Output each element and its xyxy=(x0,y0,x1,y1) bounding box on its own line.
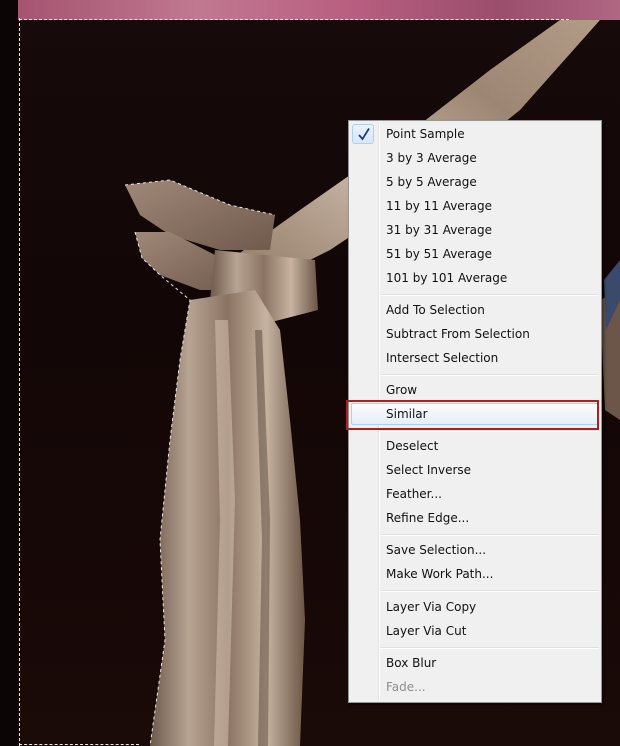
selection-marquee-top xyxy=(19,19,569,20)
menu-item-101-by-101-average[interactable]: 101 by 101 Average xyxy=(351,267,599,289)
menu-item-label: 11 by 11 Average xyxy=(386,199,492,213)
menu-item-select-inverse[interactable]: Select Inverse xyxy=(351,459,599,481)
menu-item-label: Subtract From Selection xyxy=(386,327,530,341)
menu-separator xyxy=(380,294,599,296)
menu-item-label: 3 by 3 Average xyxy=(386,151,477,165)
menu-item-label: Select Inverse xyxy=(386,463,472,477)
menu-item-3-by-3-average[interactable]: 3 by 3 Average xyxy=(351,147,599,169)
menu-item-similar[interactable]: Similar xyxy=(351,403,599,425)
menu-item-grow[interactable]: Grow xyxy=(351,379,599,401)
checkmark-box xyxy=(352,124,374,144)
menu-item-51-by-51-average[interactable]: 51 by 51 Average xyxy=(351,243,599,265)
menu-item-layer-via-copy[interactable]: Layer Via Copy xyxy=(351,596,599,618)
menu-item-5-by-5-average[interactable]: 5 by 5 Average xyxy=(351,171,599,193)
menu-item-label: Layer Via Copy xyxy=(386,600,477,614)
menu-separator xyxy=(380,647,599,649)
menu-item-11-by-11-average[interactable]: 11 by 11 Average xyxy=(351,195,599,217)
menu-item-label: Feather... xyxy=(386,487,442,501)
selection-marquee-left xyxy=(19,18,20,746)
menu-item-subtract-from-selection[interactable]: Subtract From Selection xyxy=(351,323,599,345)
menu-item-label: Add To Selection xyxy=(386,303,485,317)
menu-item-feather[interactable]: Feather... xyxy=(351,483,599,505)
menu-item-label: 31 by 31 Average xyxy=(386,223,492,237)
selection-context-menu: Point Sample 3 by 3 Average 5 by 5 Avera… xyxy=(348,120,602,703)
menu-item-intersect-selection[interactable]: Intersect Selection xyxy=(351,347,599,369)
menu-item-refine-edge[interactable]: Refine Edge... xyxy=(351,507,599,529)
menu-item-label: Fade... xyxy=(386,680,426,694)
menu-item-add-to-selection[interactable]: Add To Selection xyxy=(351,299,599,321)
menu-item-make-work-path[interactable]: Make Work Path... xyxy=(351,563,599,585)
menu-item-layer-via-cut[interactable]: Layer Via Cut xyxy=(351,620,599,642)
menu-item-box-blur[interactable]: Box Blur xyxy=(351,652,599,674)
menu-item-label: Point Sample xyxy=(386,127,465,141)
menu-item-label: 5 by 5 Average xyxy=(386,175,477,189)
menu-item-fade: Fade... xyxy=(351,676,599,698)
menu-item-label: Refine Edge... xyxy=(386,511,470,525)
menu-item-label: Similar xyxy=(386,407,428,421)
check-icon xyxy=(358,128,370,141)
menu-item-deselect[interactable]: Deselect xyxy=(351,435,599,457)
menu-item-save-selection[interactable]: Save Selection... xyxy=(351,539,599,561)
menu-separator xyxy=(380,590,599,592)
menu-item-label: Deselect xyxy=(386,439,439,453)
menu-item-label: 101 by 101 Average xyxy=(386,271,508,285)
menu-item-label: Intersect Selection xyxy=(386,351,499,365)
menu-item-label: 51 by 51 Average xyxy=(386,247,492,261)
selection-marquee-bottom xyxy=(19,744,139,745)
menu-item-label: Grow xyxy=(386,383,418,397)
menu-item-31-by-31-average[interactable]: 31 by 31 Average xyxy=(351,219,599,241)
menu-item-label: Save Selection... xyxy=(386,543,487,557)
canvas-area[interactable]: Point Sample 3 by 3 Average 5 by 5 Avera… xyxy=(0,0,620,746)
menu-item-point-sample[interactable]: Point Sample xyxy=(351,123,599,145)
menu-item-label: Make Work Path... xyxy=(386,567,494,581)
menu-separator xyxy=(380,534,599,536)
menu-item-label: Box Blur xyxy=(386,656,437,670)
menu-item-label: Layer Via Cut xyxy=(386,624,467,638)
menu-separator xyxy=(380,374,599,376)
menu-separator xyxy=(380,430,599,432)
